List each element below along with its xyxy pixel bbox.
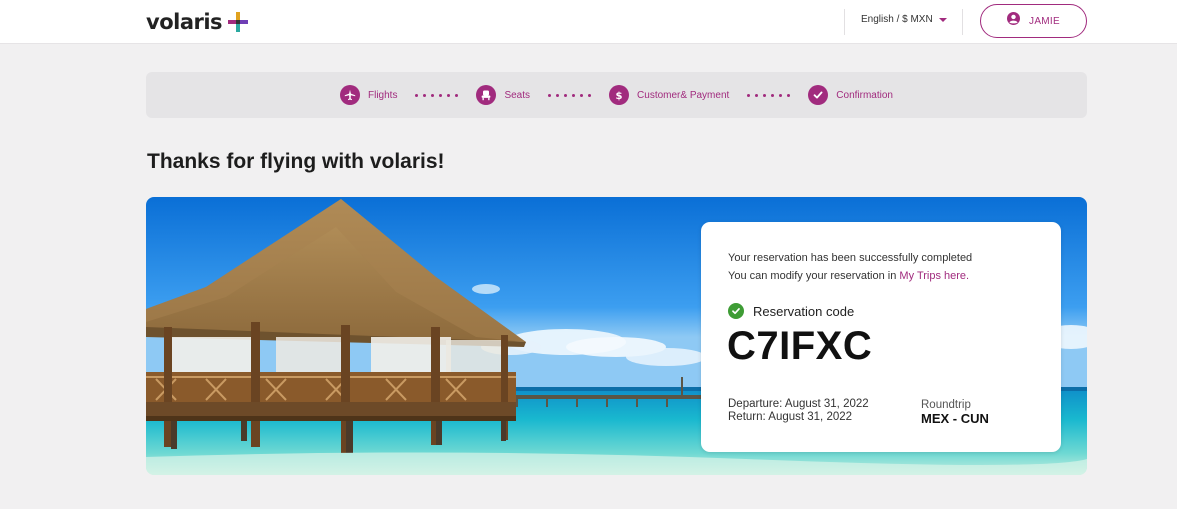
step-connector [415,93,459,97]
step-flights[interactable]: Flights [340,85,397,105]
modify-message-text: You can modify your reservation in [728,270,900,282]
step-label: Flights [368,89,398,101]
dollar-icon: $ [609,85,630,105]
check-circle-icon [728,303,744,319]
user-icon [1007,12,1021,30]
language-currency-selector[interactable]: English / $ MXN [861,14,947,25]
trip-type: Roundtrip [921,399,971,411]
volaris-logo[interactable]: volaris [146,9,249,35]
language-currency-label: English / $ MXN [861,14,933,25]
step-label: Customer& Payment [637,89,730,101]
check-icon [808,85,829,105]
trip-summary: Roundtrip MEX - CUN [921,398,989,426]
booking-progress-stepper: Flights Seats $ Customer& Payment Confir… [146,72,1087,118]
plane-icon [340,85,360,105]
page-title: Thanks for flying with volaris! [147,150,445,173]
logo-text: volaris [146,10,223,34]
chevron-down-icon [938,17,947,22]
step-connector [747,93,791,97]
reservation-code-label: Reservation code [728,303,854,319]
reservation-code-label-text: Reservation code [753,303,855,319]
departure-date: Departure: August 31, 2022 [728,398,869,410]
step-label: Confirmation [836,89,893,101]
modify-message: You can modify your reservation in My Tr… [728,267,972,285]
step-label: Seats [504,89,531,101]
seat-icon [476,85,497,105]
svg-text:$: $ [616,91,623,101]
step-confirmation[interactable]: Confirmation [808,85,893,105]
step-connector [548,93,592,97]
success-message: Your reservation has been successfully c… [728,252,973,264]
header-divider [844,9,845,35]
logo-plus-icon [228,12,249,32]
my-trips-link[interactable]: My Trips here. [899,270,969,282]
return-date: Return: August 31, 2022 [728,411,853,423]
reservation-confirmation-card: Your reservation has been successfully c… [701,222,1061,452]
flight-dates: Departure: August 31, 2022 Return: Augus… [728,398,869,424]
confirmation-message: Your reservation has been successfully c… [728,249,972,285]
trip-route: MEX - CUN [921,411,989,426]
step-seats[interactable]: Seats [476,85,530,105]
user-account-button[interactable]: JAMIE [980,4,1087,38]
top-header: volaris English / $ MXN JAMIE [0,0,1177,44]
header-divider [962,9,963,35]
step-customer-payment[interactable]: $ Customer& Payment [609,85,729,105]
reservation-code: C7IFXC [727,324,873,368]
user-name: JAMIE [1029,15,1060,27]
